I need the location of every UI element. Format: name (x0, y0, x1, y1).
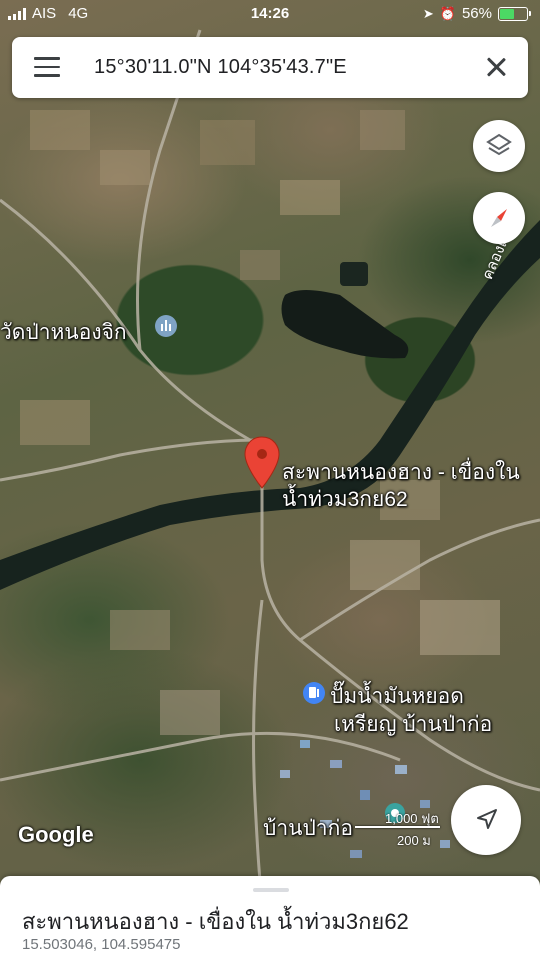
search-bar[interactable]: 15°30'11.0"N 104°35'43.7"E (12, 37, 528, 98)
place-title[interactable]: สะพานหนองฮาง - เขื่องใน น้ำท่วม3กย62 (22, 904, 409, 939)
layers-icon (486, 133, 512, 156)
my-location-button[interactable] (451, 785, 521, 855)
compass-icon (491, 209, 507, 227)
place-card[interactable]: สะพานหนองฮาง - เขื่องใน น้ำท่วม3กย62 15.… (0, 876, 540, 960)
navigation-arrow-icon (477, 809, 497, 829)
compass-button[interactable] (473, 192, 525, 244)
status-bar: AIS 4G 14:26 ➤ ⏰ 56% (0, 0, 540, 28)
gas-station-label-line2[interactable]: เหรียญ บ้านป่าก่อ (334, 708, 492, 741)
battery-percent: 56% (461, 5, 492, 22)
scale-meters: 200 ม (397, 833, 431, 848)
close-icon[interactable] (482, 53, 510, 81)
farm-fields (20, 110, 500, 735)
google-logo: Google (18, 822, 94, 847)
location-arrow-icon: ➤ (422, 5, 434, 21)
layers-button[interactable] (473, 120, 525, 172)
menu-icon[interactable] (34, 57, 60, 77)
alarm-icon: ⏰ (439, 5, 456, 21)
temple-label[interactable]: วัดป่าหนองจิก (0, 316, 127, 349)
scale-line (355, 826, 440, 828)
scale-bar: 1,000 ฟุต 200 ม (355, 808, 450, 848)
gas-station-marker-icon[interactable] (303, 682, 325, 704)
drag-handle[interactable] (253, 888, 289, 892)
pond (281, 290, 409, 359)
small-pond (340, 262, 368, 286)
place-coordinates: 15.503046, 104.595475 (22, 936, 181, 953)
location-pin-icon[interactable] (244, 436, 280, 489)
search-query[interactable]: 15°30'11.0"N 104°35'43.7"E (94, 56, 347, 79)
bridge-label-line2[interactable]: น้ำท่วม3กย62 (282, 483, 408, 516)
village-label[interactable]: บ้านป่าก่อ (263, 812, 353, 845)
temple-marker-icon[interactable] (155, 315, 177, 337)
battery-icon (498, 6, 531, 21)
